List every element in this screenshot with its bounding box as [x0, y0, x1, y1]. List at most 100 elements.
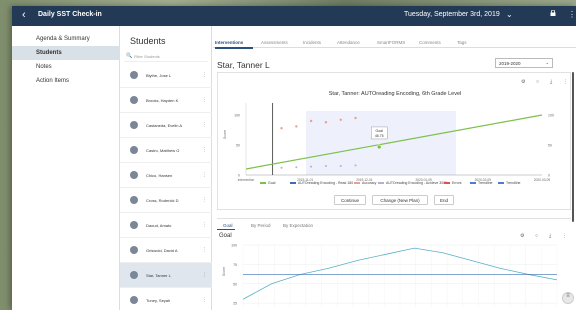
plot-shade: [306, 111, 456, 175]
tab-interventions[interactable]: Interventions: [215, 40, 243, 45]
accuracy-point: [324, 121, 328, 124]
left-nav: Agenda & Summary Students Notes Action I…: [12, 26, 120, 310]
avatar: [130, 146, 138, 154]
student-row-name: Star, Tanner L: [146, 273, 171, 278]
nav-item-notes[interactable]: Notes: [12, 60, 120, 74]
row-more-icon[interactable]: ⋮: [202, 272, 207, 278]
date-selector[interactable]: Tuesday, September 3rd, 2019: [404, 11, 500, 18]
student-row[interactable]: Daoud, Amato ⋮: [120, 213, 212, 238]
achieve-point: [295, 166, 298, 169]
avatar: [130, 296, 138, 304]
student-row-name: Tuney, Seyah: [146, 298, 171, 303]
achieve-point: [324, 165, 327, 167]
row-more-icon[interactable]: ⋮: [202, 147, 207, 153]
student-row[interactable]: Cross, Roderick D ⋮: [120, 188, 212, 213]
y-tick-label: 75: [233, 263, 237, 267]
students-panel: Students 🔍 Filter Students Blythe, Jose …: [120, 26, 316, 310]
student-row-name: Castro, Matthew G: [146, 148, 180, 153]
tab-incidents[interactable]: Incidents: [303, 40, 321, 45]
legend-label: Trendline: [506, 181, 521, 185]
student-row-name: Brooks, Hayden K: [146, 98, 179, 103]
legend-swatch: [354, 182, 360, 184]
school-year-select[interactable]: 2019-2020 ⌄: [495, 58, 553, 68]
legend-item[interactable]: Accuracy: [354, 181, 376, 185]
student-row[interactable]: Tuney, Seyah ⋮: [120, 288, 212, 310]
legend-item[interactable]: AUTOreading Encoding - Achieve 3000: [378, 181, 447, 185]
y-tick-label: 50: [233, 282, 237, 286]
chevron-down-icon: ⌄: [545, 60, 549, 65]
students-heading: Students: [130, 36, 166, 46]
achieve-point: [280, 166, 283, 169]
change-plan-button[interactable]: Change (New Plan): [372, 195, 428, 205]
nav-item-action-items[interactable]: Action Items: [12, 74, 120, 88]
end-button[interactable]: End: [434, 195, 454, 205]
legend-label: Goal: [268, 181, 276, 185]
legend-item[interactable]: Trendline: [470, 181, 492, 185]
filter-students-input[interactable]: 🔍 Filter Students: [124, 52, 208, 62]
more-options-icon[interactable]: ⋮: [568, 10, 576, 19]
student-row[interactable]: Chico, Hansen ⋮: [120, 163, 212, 188]
achieve-point: [354, 164, 357, 167]
tab-attendance[interactable]: Attendance: [337, 40, 360, 45]
menu-fab-icon[interactable]: ≡: [562, 292, 574, 304]
legend-label: AUTOreading Encoding - Read 180: [298, 181, 354, 185]
legend-swatch: [444, 182, 450, 184]
nav-item-agenda[interactable]: Agenda & Summary: [12, 32, 120, 46]
avatar: [130, 196, 138, 204]
legend-swatch: [290, 182, 296, 184]
y-tick-label: 50: [236, 144, 240, 148]
tab-smartforms[interactable]: SmartFORMS: [377, 40, 405, 45]
accuracy-point: [309, 119, 313, 123]
student-row-name: Blythe, Jose L: [146, 73, 172, 78]
row-more-icon[interactable]: ⋮: [202, 97, 207, 103]
filter-placeholder: Filter Students: [134, 54, 160, 59]
goal-tooltip-value: 46.75: [375, 134, 384, 138]
tab-bar: Interventions Assessments Incidents Atte…: [213, 34, 576, 49]
legend-item[interactable]: Trendline: [498, 181, 520, 185]
tab-assessments[interactable]: Assessments: [261, 40, 288, 45]
continue-button[interactable]: Continue: [334, 195, 366, 205]
row-more-icon[interactable]: ⋮: [202, 197, 207, 203]
y-axis-label: Score: [223, 130, 227, 139]
intervention-chart: 0 050 50100 100Intervention 2019-11-01 2019-1…: [223, 103, 554, 181]
top-bar: ‹ Daily SST Check-in Tuesday, September …: [12, 6, 576, 26]
legend-item[interactable]: Goal: [260, 181, 275, 185]
row-more-icon[interactable]: ⋮: [202, 172, 207, 178]
tab-tags[interactable]: Tags: [457, 40, 467, 45]
nav-item-students[interactable]: Students: [12, 46, 120, 60]
row-more-icon[interactable]: ⋮: [202, 72, 207, 78]
student-row[interactable]: Castaneda, Evelin A ⋮: [120, 113, 212, 138]
student-row[interactable]: Griswold, David A ⋮: [120, 238, 212, 263]
student-row[interactable]: Blythe, Jose L ⋮: [120, 63, 212, 88]
student-row[interactable]: Brooks, Hayden K ⋮: [120, 88, 212, 113]
lock-icon[interactable]: [550, 10, 556, 16]
x-tick-label: 2020-03-09: [534, 178, 551, 181]
tab-comments[interactable]: Comments: [419, 40, 441, 45]
achieve-point: [339, 165, 342, 167]
avatar: [130, 96, 138, 104]
legend-swatch: [470, 182, 476, 184]
chevron-down-icon[interactable]: ⌄: [506, 10, 513, 19]
avatar: [130, 71, 138, 79]
achieve-point: [310, 165, 313, 168]
school-year-value: 2019-2020: [499, 61, 521, 66]
back-arrow-icon[interactable]: ‹: [22, 9, 26, 21]
legend-swatch: [260, 182, 266, 184]
intervention-chart-card: ⚙ ○ ⤓ ⋮ Star, Tanner: AUTOreading Encodi…: [217, 72, 571, 210]
legend-label: Accuracy: [362, 181, 377, 185]
main-scrollbar[interactable]: [572, 72, 574, 222]
row-more-icon[interactable]: ⋮: [202, 222, 207, 228]
y2-tick-label: 0: [548, 174, 550, 178]
row-more-icon[interactable]: ⋮: [202, 122, 207, 128]
legend-item[interactable]: AUTOreading Encoding - Read 180: [290, 181, 353, 185]
goal-chart-card: Goal By Period By Expectation Goal ⚙ ○ ⤓…: [217, 218, 571, 310]
y-tick-label: 100: [231, 244, 237, 248]
legend-item[interactable]: Errors: [444, 181, 462, 185]
y-tick-label: 25: [233, 302, 237, 306]
student-row[interactable]: Castro, Matthew G ⋮: [120, 138, 212, 163]
student-name: Star, Tanner L: [217, 60, 270, 70]
row-more-icon[interactable]: ⋮: [202, 297, 207, 303]
app-window: ‹ Daily SST Check-in Tuesday, September …: [12, 6, 576, 310]
student-row[interactable]: Star, Tanner L ⋮: [120, 263, 212, 288]
row-more-icon[interactable]: ⋮: [202, 247, 207, 253]
